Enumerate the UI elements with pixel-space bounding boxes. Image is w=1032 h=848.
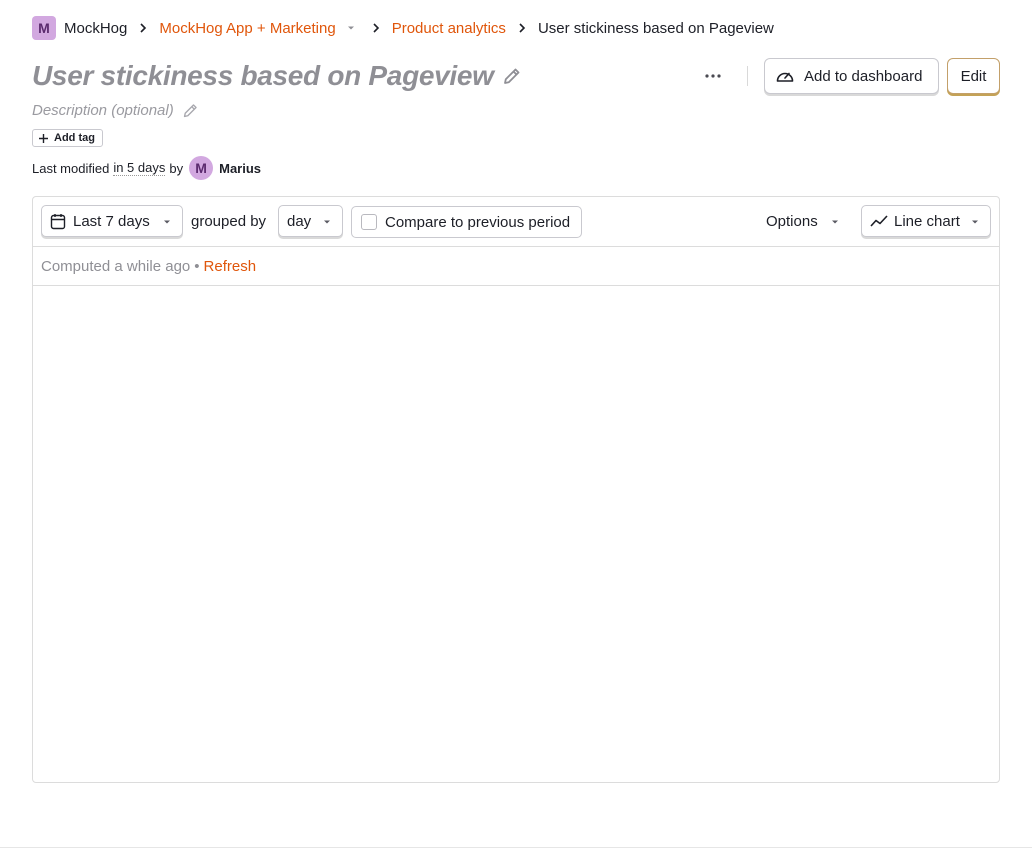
options-label: Options bbox=[766, 213, 818, 230]
pencil-icon[interactable] bbox=[502, 66, 522, 86]
chart-area bbox=[33, 287, 999, 782]
pencil-icon[interactable] bbox=[182, 102, 199, 119]
add-to-dashboard-button[interactable]: Add to dashboard bbox=[764, 58, 939, 94]
chevron-right-icon bbox=[127, 23, 159, 33]
page-title[interactable]: User stickiness based on Pageview bbox=[32, 60, 494, 92]
insight-card: Last 7 days grouped by day Compare to pr… bbox=[32, 196, 1000, 783]
interval-select[interactable]: day bbox=[278, 205, 343, 237]
page: M MockHog MockHog App + Marketing Produc… bbox=[0, 0, 1032, 848]
caret-down-icon bbox=[970, 217, 980, 227]
chart-type-value: Line chart bbox=[894, 212, 960, 230]
add-to-dashboard-label: Add to dashboard bbox=[804, 67, 923, 85]
caret-down-icon bbox=[831, 220, 838, 223]
last-modified: Last modified in 5 days by M Marius bbox=[32, 156, 261, 180]
breadcrumb-org[interactable]: MockHog bbox=[64, 20, 127, 37]
description-field[interactable]: Description (optional) bbox=[32, 102, 174, 119]
ellipsis-icon bbox=[705, 74, 721, 78]
compare-checkbox[interactable] bbox=[361, 214, 377, 230]
breadcrumb-section[interactable]: Product analytics bbox=[392, 20, 506, 37]
computed-status: Computed a while ago • Refresh bbox=[33, 247, 999, 286]
chart-type-select[interactable]: Line chart bbox=[861, 205, 991, 237]
caret-down-icon bbox=[322, 217, 332, 227]
caret-down-icon bbox=[162, 217, 172, 227]
add-tag-label: Add tag bbox=[54, 132, 95, 144]
breadcrumb-current: User stickiness based on Pageview bbox=[537, 19, 774, 37]
insight-toolbar: Last 7 days grouped by day Compare to pr… bbox=[33, 197, 999, 247]
modified-time: in 5 days bbox=[113, 160, 166, 176]
description-row: Description (optional) bbox=[32, 99, 199, 121]
modified-prefix: Last modified bbox=[32, 160, 110, 176]
computed-text: Computed a while ago bbox=[41, 257, 191, 275]
add-tag-button[interactable]: Add tag bbox=[32, 129, 103, 147]
avatar: M bbox=[189, 156, 214, 180]
chevron-right-icon bbox=[506, 23, 538, 33]
modified-user-name: Marius bbox=[219, 160, 262, 176]
date-range-select[interactable]: Last 7 days bbox=[41, 205, 183, 237]
compare-toggle[interactable]: Compare to previous period bbox=[351, 206, 582, 238]
edit-button[interactable]: Edit bbox=[947, 58, 1000, 94]
org-avatar[interactable]: M bbox=[32, 16, 56, 40]
options-dropdown[interactable]: Options bbox=[766, 213, 840, 230]
interval-value: day bbox=[287, 212, 312, 230]
date-range-value: Last 7 days bbox=[73, 212, 150, 230]
compare-label: Compare to previous period bbox=[385, 213, 571, 231]
breadcrumb-project[interactable]: MockHog App + Marketing bbox=[159, 20, 335, 37]
gauge-icon bbox=[776, 72, 794, 82]
grouped-by-label: grouped by bbox=[191, 213, 267, 230]
more-options-button[interactable] bbox=[700, 66, 726, 86]
modified-by-label: by bbox=[169, 160, 184, 176]
line-chart-icon bbox=[870, 214, 888, 228]
breadcrumb: M MockHog MockHog App + Marketing Produc… bbox=[32, 16, 774, 40]
divider bbox=[747, 66, 748, 86]
chevron-right-icon bbox=[360, 23, 392, 33]
caret-down-icon[interactable] bbox=[346, 23, 356, 33]
title-row: User stickiness based on Pageview bbox=[32, 58, 522, 94]
plus-icon bbox=[39, 133, 48, 143]
separator-bullet: • bbox=[194, 257, 200, 275]
calendar-icon bbox=[50, 213, 66, 230]
refresh-link[interactable]: Refresh bbox=[204, 258, 257, 275]
